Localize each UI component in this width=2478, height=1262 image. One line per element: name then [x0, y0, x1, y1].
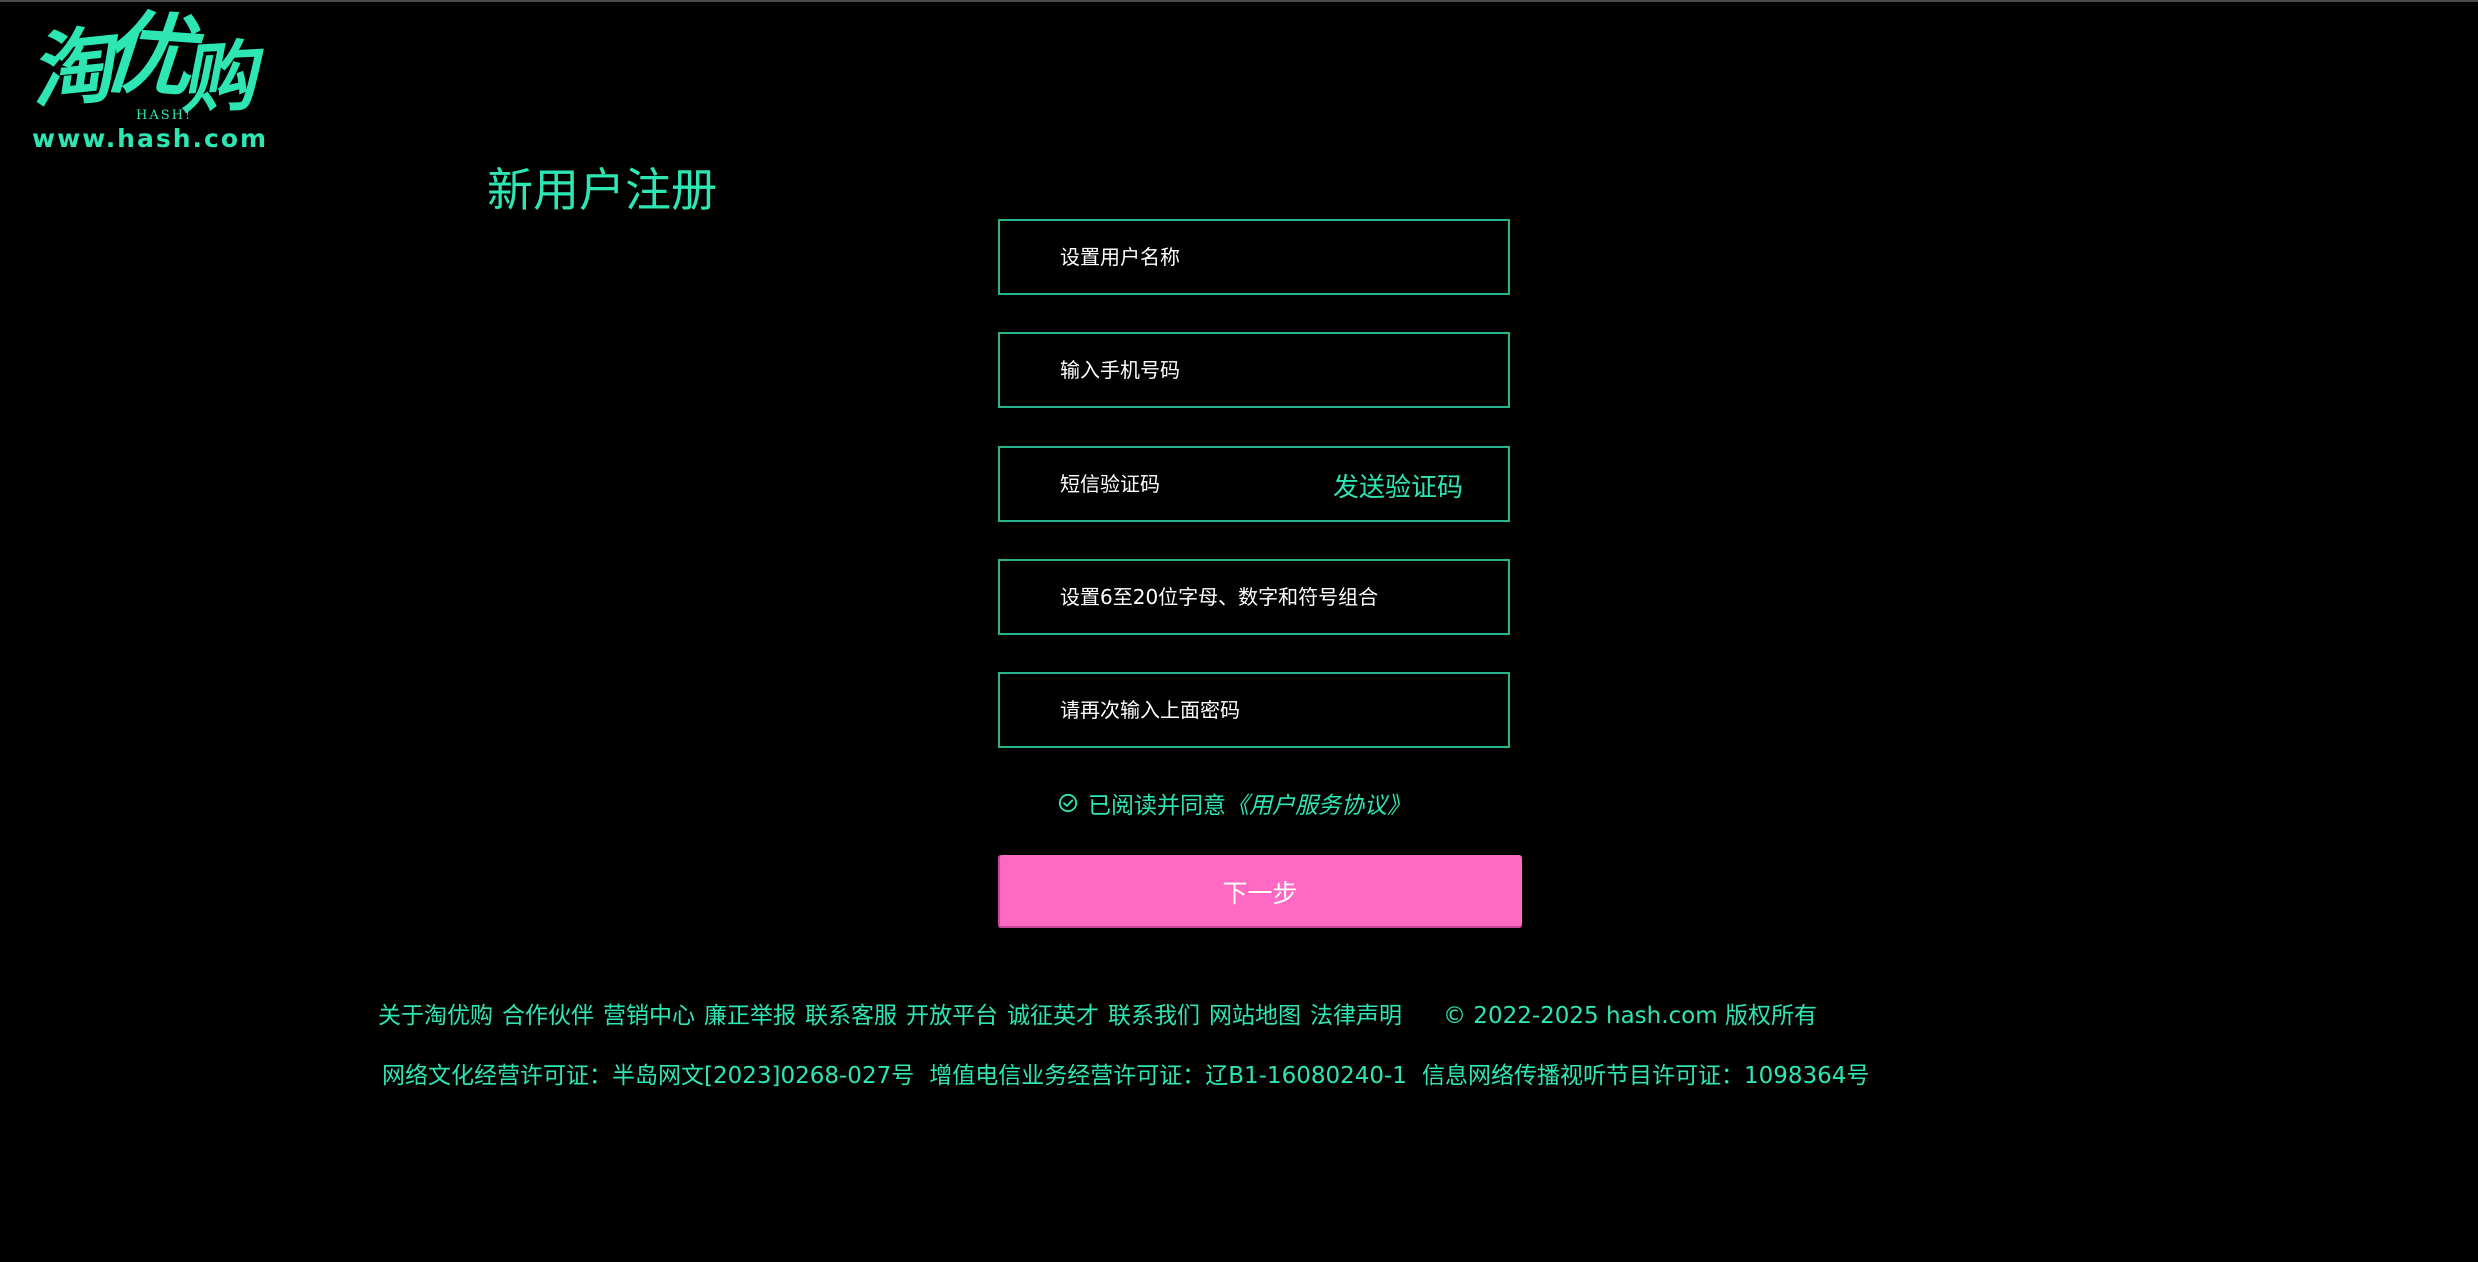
sms-code-input[interactable] [1060, 448, 1320, 520]
sms-code-field-box: 发送验证码 [998, 446, 1510, 522]
send-code-button[interactable]: 发送验证码 [1333, 448, 1463, 528]
password-field-box [998, 559, 1510, 635]
license-av: 信息网络传播视听节目许可证：1098364号 [1421, 1063, 1870, 1089]
logo-char: 购 [177, 31, 259, 124]
top-border [0, 0, 2478, 2]
footer-link-marketing[interactable]: 营销中心 [603, 996, 695, 1030]
logo-url: www.hash.com [32, 124, 269, 153]
username-field-box [998, 219, 1510, 295]
footer-link-about[interactable]: 关于淘优购 [378, 996, 493, 1030]
agree-text: 已阅读并同意 [1088, 793, 1226, 819]
footer-link-careers[interactable]: 诚征英才 [1007, 996, 1099, 1030]
confirm-password-field-box [998, 672, 1510, 748]
page-title: 新用户注册 [487, 163, 717, 217]
user-agreement-link[interactable]: 《用户服务协议》 [1226, 786, 1410, 820]
logo-wordmark: 淘 优 购 [25, 0, 270, 124]
footer-link-support[interactable]: 联系客服 [805, 996, 897, 1030]
footer-link-sitemap[interactable]: 网站地图 [1209, 996, 1301, 1030]
footer-link-legal[interactable]: 法律声明 [1310, 996, 1402, 1030]
footer-link-partners[interactable]: 合作伙伴 [502, 996, 594, 1030]
footer-link-report[interactable]: 廉正举报 [704, 996, 796, 1030]
footer-link-open-platform[interactable]: 开放平台 [906, 996, 998, 1030]
footer-link-contact[interactable]: 联系我们 [1108, 996, 1200, 1030]
confirm-password-input[interactable] [1060, 674, 1450, 746]
footer-licenses: 网络文化经营许可证：半岛网文[2023]0268-027号 增值电信业务经营许可… [382, 1056, 1884, 1090]
logo-subtext: HASH! [136, 108, 193, 123]
copyright-text: © 2022-2025 hash.com 版权所有 [1443, 1003, 1817, 1029]
license-telecom: 增值电信业务经营许可证：辽B1-16080240-1 [929, 1063, 1407, 1089]
username-input[interactable] [1060, 221, 1450, 293]
site-logo[interactable]: 淘 优 购 HASH! www.hash.com [25, 0, 270, 153]
next-step-button[interactable]: 下一步 [998, 855, 1522, 928]
phone-field-box [998, 332, 1510, 408]
password-input[interactable] [1060, 561, 1450, 633]
agreement-row: 已阅读并同意 《用户服务协议》 [1058, 785, 1410, 821]
phone-input[interactable] [1060, 334, 1450, 406]
license-culture: 网络文化经营许可证：半岛网文[2023]0268-027号 [382, 1063, 915, 1089]
footer-links: 关于淘优购 合作伙伴 营销中心 廉正举报 联系客服 开放平台 诚征英才 联系我们… [378, 996, 1817, 1030]
check-circle-icon[interactable] [1058, 793, 1078, 813]
